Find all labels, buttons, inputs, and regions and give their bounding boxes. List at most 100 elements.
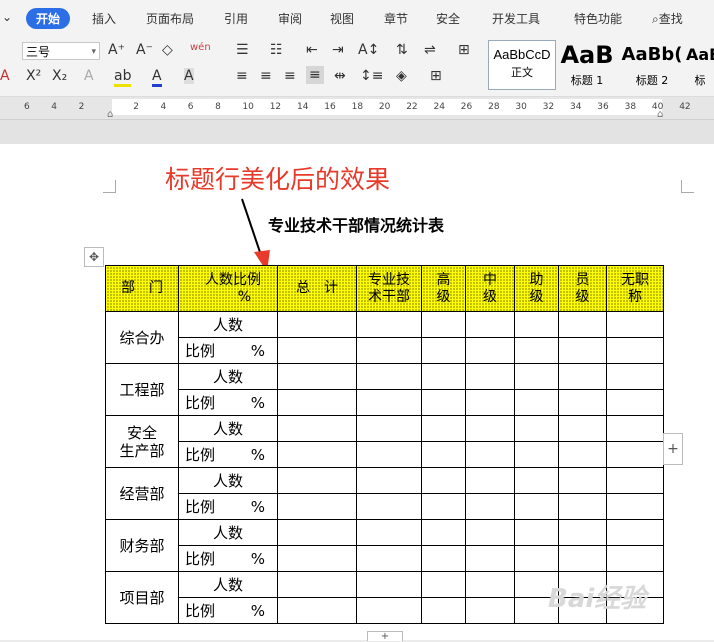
align-left-icon[interactable]: ≡ [236, 68, 248, 84]
ratio-label-cell[interactable]: 比例% [178, 597, 278, 624]
tab-view[interactable]: 视图 [330, 10, 354, 27]
data-cell[interactable] [514, 415, 559, 442]
tab-review[interactable]: 审阅 [278, 10, 302, 27]
table-move-handle-icon[interactable]: ✥ [84, 247, 104, 267]
data-cell[interactable] [277, 415, 357, 442]
data-cell[interactable] [465, 467, 515, 494]
data-cell[interactable] [558, 389, 607, 416]
sort-icon[interactable]: ⇅ [396, 42, 408, 58]
data-cell[interactable] [514, 363, 559, 390]
data-cell[interactable] [465, 493, 515, 520]
header-senior[interactable]: 高级 [421, 265, 466, 312]
data-cell[interactable] [558, 337, 607, 364]
data-cell[interactable] [558, 441, 607, 468]
data-cell[interactable] [465, 571, 515, 598]
text-outline-icon[interactable]: A [84, 68, 94, 84]
data-cell[interactable] [421, 363, 466, 390]
header-dept[interactable]: 部 门 [105, 265, 179, 312]
data-cell[interactable] [421, 493, 466, 520]
data-cell[interactable] [558, 545, 607, 572]
data-cell[interactable] [421, 571, 466, 598]
data-cell[interactable] [465, 337, 515, 364]
data-cell[interactable] [606, 519, 664, 546]
ratio-label-cell[interactable]: 比例% [178, 493, 278, 520]
font-color-icon[interactable]: A [152, 68, 162, 87]
style-normal[interactable]: AaBbCcD 正文 [488, 40, 556, 90]
highlight-icon[interactable]: ab [114, 68, 132, 87]
data-cell[interactable] [356, 337, 422, 364]
data-cell[interactable] [277, 311, 357, 338]
ratio-label-cell[interactable]: 比例% [178, 389, 278, 416]
tab-developer[interactable]: 开发工具 [492, 10, 540, 27]
subscript-icon[interactable]: X₂ [52, 68, 67, 84]
style-heading-2[interactable]: AaBb( 标题 2 [620, 40, 684, 88]
count-label-cell[interactable]: 人数 [178, 519, 278, 546]
data-cell[interactable] [356, 545, 422, 572]
data-cell[interactable] [356, 597, 422, 624]
data-cell[interactable] [277, 389, 357, 416]
ratio-label-cell[interactable]: 比例% [178, 337, 278, 364]
add-row-button[interactable]: + [663, 433, 683, 465]
data-cell[interactable] [356, 571, 422, 598]
data-cell[interactable] [356, 363, 422, 390]
data-cell[interactable] [421, 311, 466, 338]
data-cell[interactable] [465, 519, 515, 546]
text-effect-icon[interactable]: A [0, 68, 10, 84]
borders-icon[interactable]: ⊞ [430, 68, 442, 84]
header-assistant[interactable]: 助级 [514, 265, 559, 312]
count-label-cell[interactable]: 人数 [178, 467, 278, 494]
bullet-list-icon[interactable]: ☰ [236, 42, 249, 58]
table-icon[interactable]: ⊞ [458, 42, 470, 58]
data-cell[interactable] [421, 545, 466, 572]
data-cell[interactable] [606, 311, 664, 338]
header-total[interactable]: 总 计 [277, 265, 357, 312]
text-direction-icon[interactable]: A↕ [358, 42, 379, 58]
tab-home[interactable]: 开始 [26, 8, 71, 29]
superscript-icon[interactable]: X² [26, 68, 41, 84]
dept-name-cell[interactable]: 综合办 [105, 311, 179, 364]
clear-format-icon[interactable]: ◇ [162, 42, 173, 58]
header-no-title[interactable]: 无职称 [606, 265, 664, 312]
align-right-icon[interactable]: ≡ [284, 68, 296, 84]
count-label-cell[interactable]: 人数 [178, 363, 278, 390]
data-cell[interactable] [514, 493, 559, 520]
right-indent-marker-icon[interactable]: ⌂ [657, 109, 663, 120]
data-cell[interactable] [606, 337, 664, 364]
statistics-table[interactable]: 部 门 人数比例 % 总 计 专业技 术干部 高级 中级 助级 员级 无职称 综合… [105, 265, 664, 624]
data-cell[interactable] [277, 363, 357, 390]
tab-special-features[interactable]: 特色功能 [574, 10, 622, 27]
dept-name-cell[interactable]: 安全 生产部 [105, 415, 179, 468]
data-cell[interactable] [558, 415, 607, 442]
data-cell[interactable] [356, 389, 422, 416]
data-cell[interactable] [356, 441, 422, 468]
data-cell[interactable] [356, 519, 422, 546]
char-shading-icon[interactable]: A [184, 68, 194, 84]
tab-insert[interactable]: 插入 [92, 10, 116, 27]
justify-icon[interactable]: ≡ [306, 66, 324, 84]
font-size-select[interactable]: 三号 ▾ [22, 42, 100, 60]
line-spacing-icon[interactable]: ↕≡ [360, 68, 383, 84]
data-cell[interactable] [421, 337, 466, 364]
data-cell[interactable] [356, 467, 422, 494]
tab-chapter[interactable]: 章节 [384, 10, 408, 27]
tab-references[interactable]: 引用 [224, 10, 248, 27]
data-cell[interactable] [356, 311, 422, 338]
align-center-icon[interactable]: ≡ [260, 68, 272, 84]
data-cell[interactable] [558, 467, 607, 494]
data-cell[interactable] [277, 571, 357, 598]
decrease-indent-icon[interactable]: ⇤ [306, 42, 318, 58]
data-cell[interactable] [606, 441, 664, 468]
count-label-cell[interactable]: 人数 [178, 415, 278, 442]
distributed-align-icon[interactable]: ⇹ [334, 68, 346, 84]
data-cell[interactable] [421, 519, 466, 546]
data-cell[interactable] [514, 389, 559, 416]
count-label-cell[interactable]: 人数 [178, 571, 278, 598]
data-cell[interactable] [277, 519, 357, 546]
grow-font-icon[interactable]: A⁺ [108, 42, 125, 58]
data-cell[interactable] [277, 545, 357, 572]
show-marks-icon[interactable]: ⇌ [424, 42, 436, 58]
data-cell[interactable] [421, 467, 466, 494]
dept-name-cell[interactable]: 财务部 [105, 519, 179, 572]
tab-page-layout[interactable]: 页面布局 [146, 10, 194, 27]
style-heading-3[interactable]: AaB 标 [686, 40, 714, 88]
